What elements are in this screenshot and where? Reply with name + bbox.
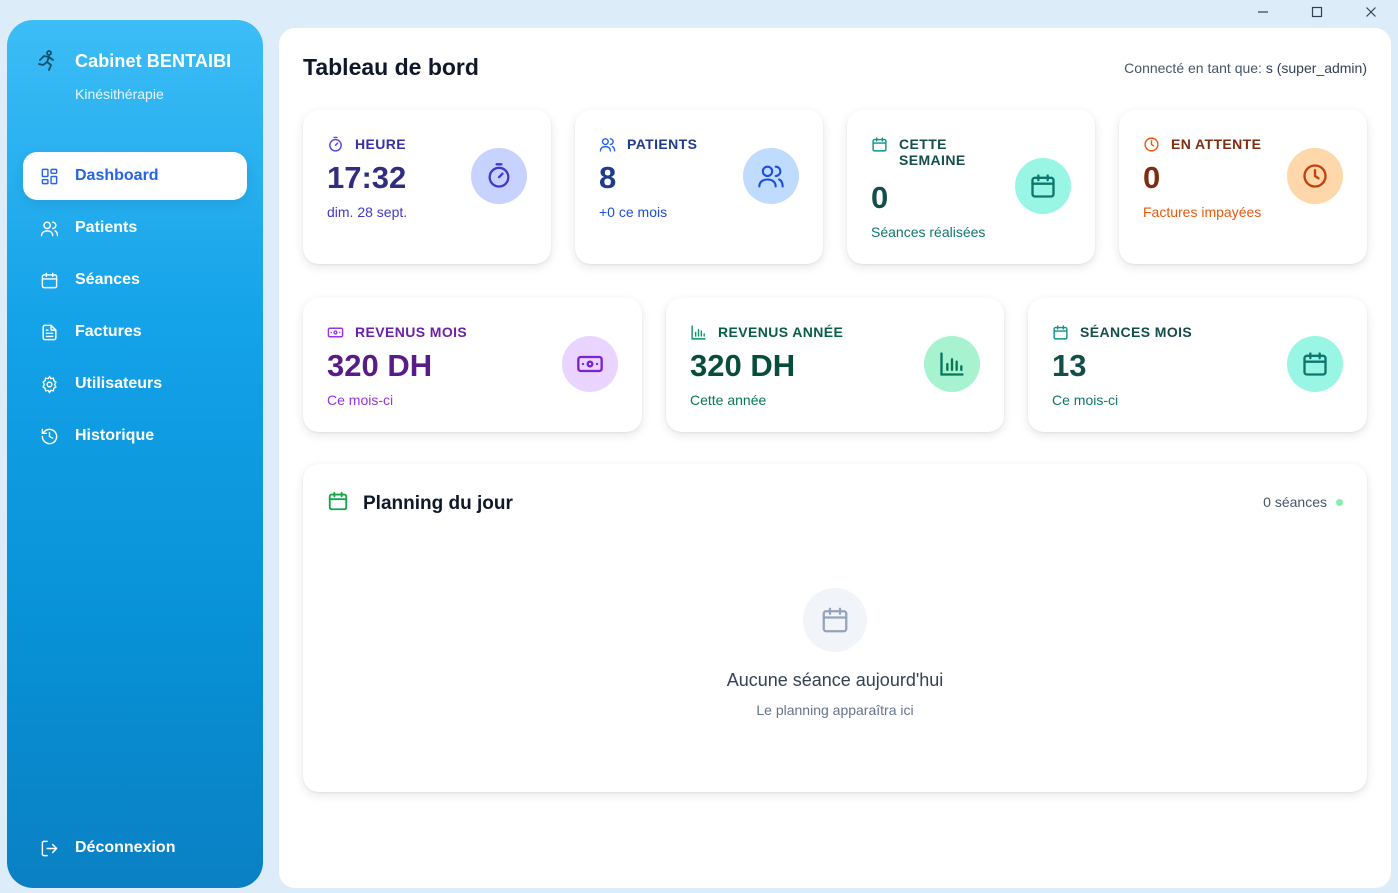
sidebar-item-label: Historique	[75, 427, 155, 444]
calendar-icon	[327, 490, 349, 517]
card-label: CETTE SEMAINE	[899, 136, 966, 168]
card-subtitle: Factures impayées	[1143, 204, 1262, 220]
minimize-button[interactable]	[1236, 0, 1290, 24]
users-badge	[743, 148, 799, 204]
card-subtitle: Cette année	[690, 392, 767, 408]
sidebar-item-seances[interactable]: Séances	[23, 256, 247, 304]
sidebar-item-label: Dashboard	[75, 167, 159, 184]
calendar-badge	[1015, 158, 1071, 214]
maximize-icon	[1311, 6, 1323, 18]
stat-card-semaine: CETTE SEMAINE 0 Séances réalisées	[847, 110, 1095, 264]
page-title: Tableau de bord	[303, 54, 479, 80]
sidebar-item-historique[interactable]: Historique	[23, 412, 247, 460]
planning-header: Planning du jour	[327, 490, 513, 517]
history-icon	[39, 426, 59, 446]
planning-count-text: 0 séances	[1263, 494, 1327, 510]
calendar-badge	[1287, 336, 1343, 392]
logout-button[interactable]: Déconnexion	[23, 824, 247, 872]
gear-icon	[39, 374, 59, 394]
stat-card-revenus-mois: REVENUS MOIS 320 DH Ce mois-ci	[303, 298, 642, 432]
calendar-icon	[871, 136, 889, 154]
card-value: 320 DH	[690, 348, 796, 383]
sidebar-item-patients[interactable]: Patients	[23, 204, 247, 252]
card-label: EN ATTENTE	[1171, 136, 1262, 152]
brand-title: Cabinet BENTAIBI	[75, 50, 232, 71]
card-label-line: SEMAINE	[899, 152, 966, 168]
banknote-icon	[327, 324, 345, 342]
card-label-line: CETTE	[899, 136, 947, 152]
users-icon	[39, 218, 59, 238]
file-icon	[39, 322, 59, 342]
card-value: 8	[599, 160, 617, 195]
sidebar-item-utilisateurs[interactable]: Utilisateurs	[23, 360, 247, 408]
clock-badge	[1287, 148, 1343, 204]
sidebar-item-label: Séances	[75, 271, 140, 288]
close-icon	[1366, 7, 1376, 17]
card-value: 0	[871, 180, 889, 215]
main-content: Tableau de bord Connecté en tant que: s …	[279, 28, 1391, 888]
card-label: REVENUS MOIS	[355, 324, 468, 340]
card-value: 0	[1143, 160, 1161, 195]
card-value: 320 DH	[327, 348, 433, 383]
sidebar-item-label: Factures	[75, 323, 142, 340]
card-subtitle: Séances réalisées	[871, 224, 986, 240]
card-value: 13	[1052, 348, 1087, 383]
maximize-button[interactable]	[1290, 0, 1344, 24]
card-subtitle: Ce mois-ci	[1052, 392, 1119, 408]
users-icon	[599, 136, 617, 154]
sidebar-item-label: Patients	[75, 219, 138, 236]
stat-card-attente: EN ATTENTE 0 Factures impayées	[1119, 110, 1367, 264]
planning-panel: Planning du jour 0 séances Aucune séance…	[303, 464, 1367, 792]
card-subtitle: +0 ce mois	[599, 204, 668, 220]
card-label: REVENUS ANNÉE	[718, 324, 844, 340]
card-value: 17:32	[327, 160, 407, 195]
stat-card-heure: HEURE 17:32 dim. 28 sept.	[303, 110, 551, 264]
card-label: SÉANCES MOIS	[1080, 324, 1193, 340]
stat-card-seances-mois: SÉANCES MOIS 13 Ce mois-ci	[1028, 298, 1367, 432]
card-subtitle: Ce mois-ci	[327, 392, 394, 408]
logout-icon	[39, 838, 59, 858]
sidebar-item-factures[interactable]: Factures	[23, 308, 247, 356]
close-button[interactable]	[1344, 0, 1398, 24]
sidebar-item-dashboard[interactable]: Dashboard	[23, 152, 247, 200]
empty-state-title: Aucune séance aujourd'hui	[726, 670, 944, 690]
card-label: PATIENTS	[627, 136, 698, 152]
window-controls	[1236, 0, 1398, 24]
card-label: HEURE	[355, 136, 407, 152]
stopwatch-badge	[471, 148, 527, 204]
stat-card-revenus-annee: REVENUS ANNÉE 320 DH Cette année	[666, 298, 1004, 432]
sidebar: Cabinet BENTAIBI Kinésithérapie Dashboar…	[7, 20, 263, 888]
stat-card-patients: PATIENTS 8 +0 ce mois	[575, 110, 823, 264]
sidebar-item-label: Utilisateurs	[75, 375, 163, 392]
stopwatch-icon	[327, 136, 345, 154]
calendar-icon	[39, 270, 59, 290]
brand-subtitle: Kinésithérapie	[75, 86, 164, 102]
sidebar-nav: Dashboard Patients Séances Factures Util…	[23, 152, 247, 464]
calendar-icon	[1052, 324, 1070, 342]
status-dot	[1336, 498, 1343, 506]
empty-state-subtitle: Le planning apparaîtra ici	[756, 702, 914, 718]
brand: Cabinet BENTAIBI	[33, 48, 231, 74]
calendar-icon	[822, 607, 848, 633]
planning-count: 0 séances	[1263, 494, 1343, 510]
connected-user: Connecté en tant que: s (super_admin)	[1124, 60, 1367, 76]
empty-state-icon	[803, 588, 867, 652]
runner-logo-icon	[33, 48, 59, 74]
minimize-icon	[1258, 11, 1268, 13]
planning-title: Planning du jour	[363, 492, 513, 514]
clock-icon	[1143, 136, 1161, 154]
banknote-badge	[562, 336, 618, 392]
bar-chart-badge	[924, 336, 980, 392]
card-subtitle: dim. 28 sept.	[327, 204, 408, 220]
connected-prefix: Connecté en tant que:	[1124, 60, 1262, 76]
dashboard-icon	[39, 166, 59, 186]
connected-username: s (super_admin)	[1265, 60, 1367, 76]
bar-chart-icon	[690, 324, 708, 342]
logout-label: Déconnexion	[75, 839, 176, 856]
